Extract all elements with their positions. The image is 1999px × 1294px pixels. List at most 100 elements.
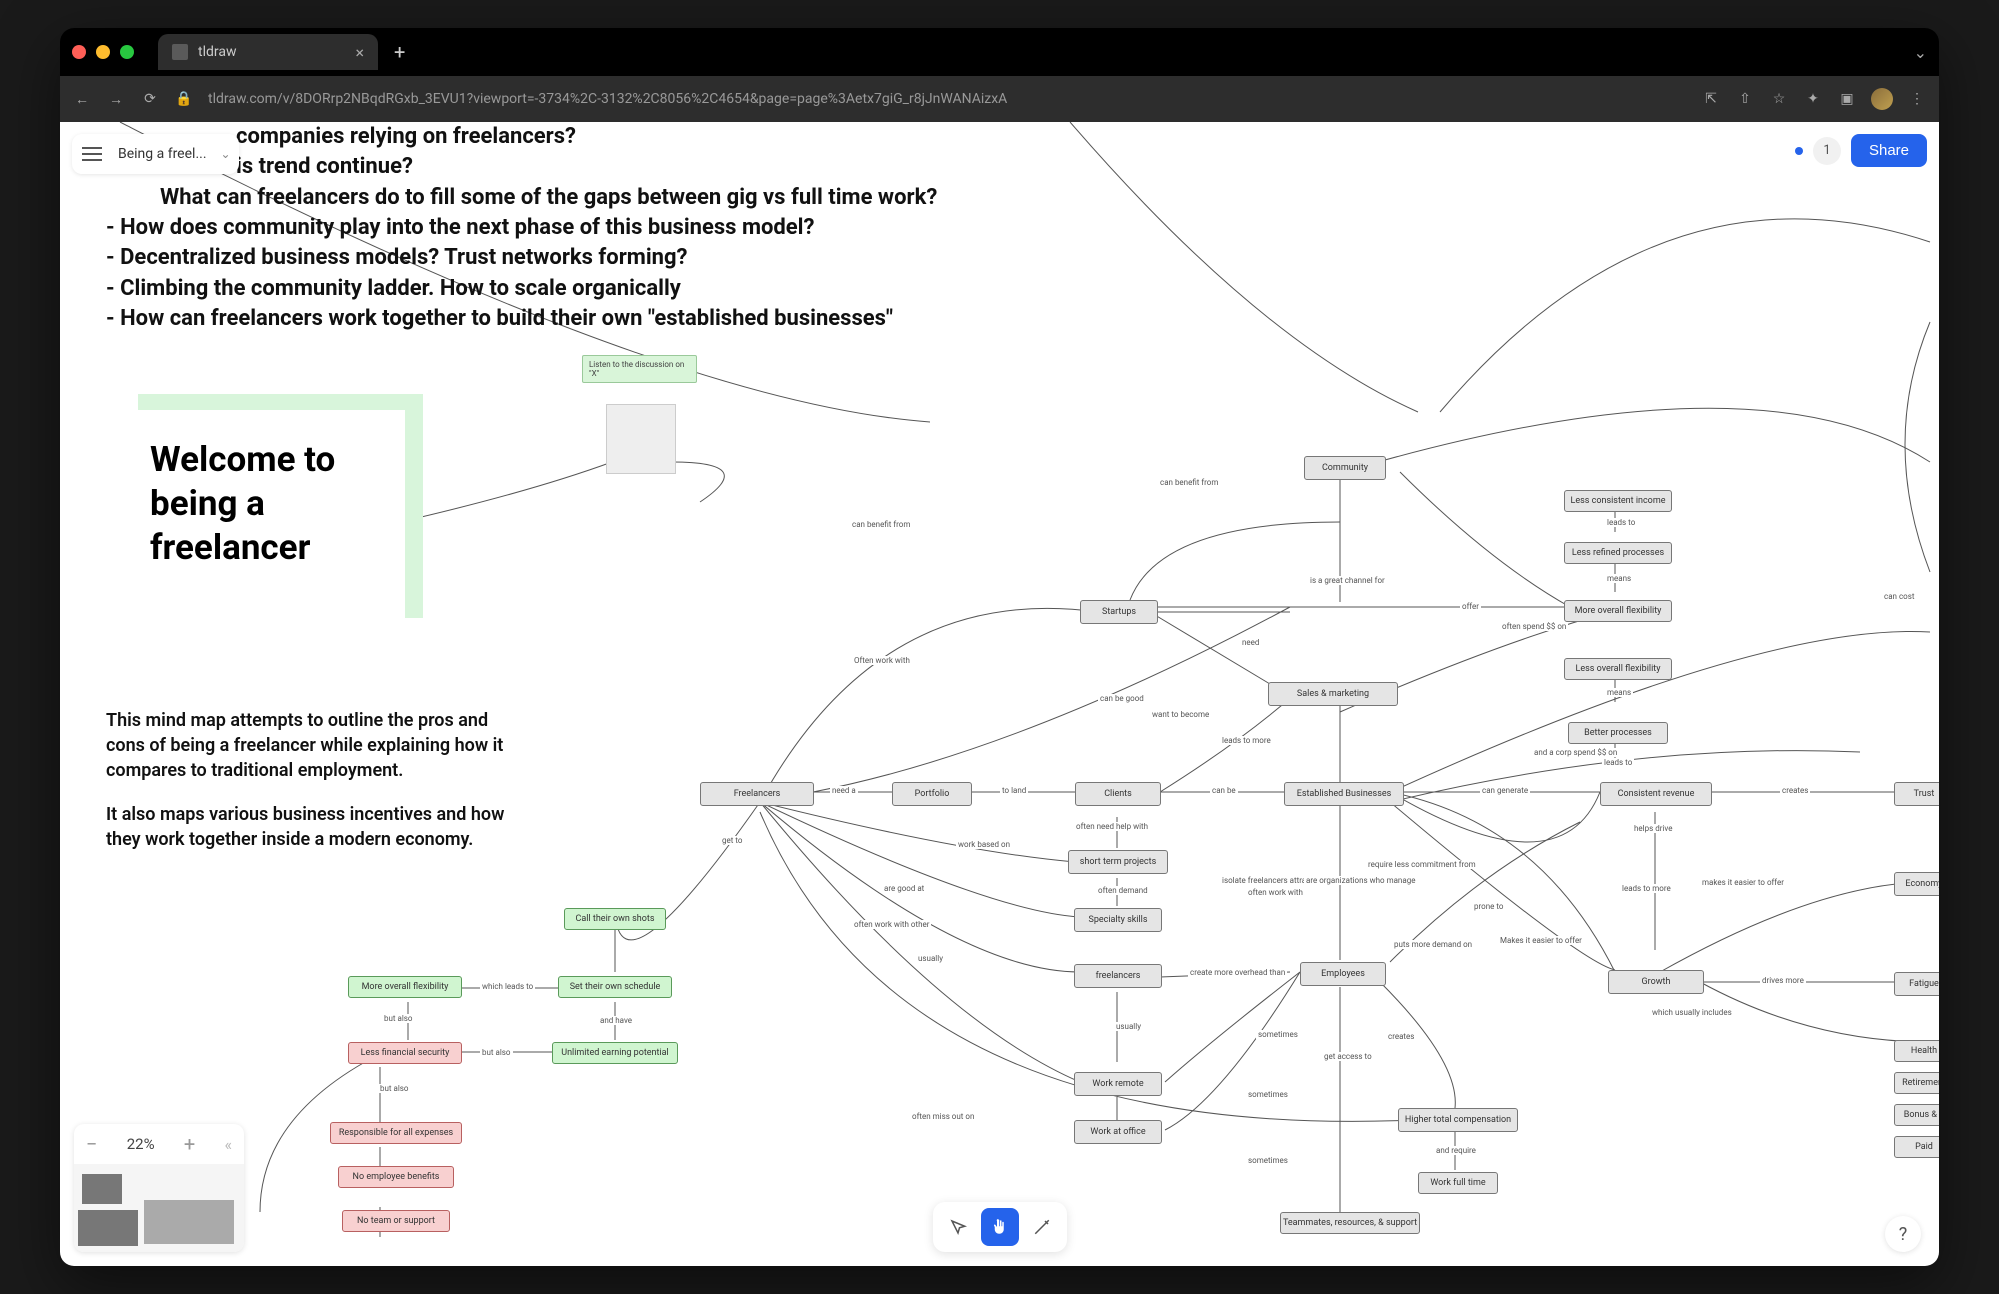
node-no-benefits[interactable]: No employee benefits	[338, 1166, 454, 1188]
node-trust[interactable]: Trust	[1894, 782, 1939, 806]
node-more-flex[interactable]: More overall flexibility	[1564, 600, 1672, 622]
edge-label: Often work with	[852, 656, 912, 665]
node-teammates[interactable]: Teammates, resources, & support	[1280, 1212, 1420, 1234]
hand-tool[interactable]	[981, 1208, 1019, 1246]
node-portfolio[interactable]: Portfolio	[892, 782, 972, 806]
node-health[interactable]: Health	[1894, 1040, 1939, 1062]
edge-label: can benefit from	[1158, 478, 1220, 487]
minimap[interactable]	[74, 1164, 244, 1252]
page-name[interactable]: Being a freel...	[110, 146, 215, 162]
canvas[interactable]: companies relying on freelancers? is tre…	[60, 122, 1939, 1266]
node-less-consistent[interactable]: Less consistent income	[1564, 490, 1672, 512]
node-consistent-revenue[interactable]: Consistent revenue	[1600, 782, 1712, 806]
share-icon[interactable]: ⇧	[1735, 89, 1755, 109]
node-better-proc[interactable]: Better processes	[1568, 722, 1668, 744]
edge-label: prone to	[1472, 902, 1505, 911]
bullet: - How does community play into the next …	[106, 213, 937, 243]
edge-label: require less commitment from	[1366, 860, 1478, 869]
node-bonus[interactable]: Bonus & $	[1894, 1104, 1939, 1126]
node-retirement[interactable]: Retirement	[1894, 1072, 1939, 1094]
edge-label: often spend $$ on	[1500, 622, 1568, 631]
zoom-out-button[interactable]: −	[86, 1132, 97, 1156]
edge-label: can generate	[1480, 786, 1530, 795]
help-button[interactable]: ?	[1885, 1216, 1921, 1252]
edge-label: is a great channel for	[1308, 576, 1387, 585]
node-paid[interactable]: Paid	[1894, 1136, 1939, 1158]
new-tab-button[interactable]: +	[386, 40, 413, 64]
collapse-minimap-icon[interactable]: «	[224, 1135, 232, 1154]
close-window-icon[interactable]	[72, 45, 86, 59]
edge-label: leads to	[1602, 758, 1634, 767]
bullet: - Decentralized business models? Trust n…	[106, 243, 937, 273]
node-work-office[interactable]: Work at office	[1074, 1120, 1162, 1144]
edge-label: sometimes	[1246, 1156, 1290, 1165]
menu-icon[interactable]	[80, 142, 104, 166]
node-growth[interactable]: Growth	[1608, 970, 1704, 994]
page-menu[interactable]: Being a freel... ⌄	[72, 134, 239, 174]
edge-label: usually	[916, 954, 945, 963]
bullet: - How can freelancers work together to b…	[106, 304, 937, 334]
back-icon[interactable]: ←	[72, 89, 92, 109]
forward-icon[interactable]: →	[106, 89, 126, 109]
zoom-in-button[interactable]: +	[184, 1132, 195, 1156]
tab-strip: tldraw × + ⌄	[60, 28, 1939, 76]
open-external-icon[interactable]: ⇱	[1701, 89, 1721, 109]
browser-window: tldraw × + ⌄ ← → ⟳ 🔒 tldraw.com/v/8DORrp…	[60, 28, 1939, 1266]
node-call-shots[interactable]: Call their own shots	[564, 908, 666, 930]
minimize-window-icon[interactable]	[96, 45, 110, 59]
share-button[interactable]: Share	[1851, 134, 1927, 167]
node-clients[interactable]: Clients	[1075, 782, 1161, 806]
welcome-card: Welcome to being a freelancer	[120, 410, 405, 634]
browser-tab[interactable]: tldraw ×	[158, 34, 378, 70]
maximize-window-icon[interactable]	[120, 45, 134, 59]
node-less-refined[interactable]: Less refined processes	[1564, 542, 1672, 564]
chevron-down-icon[interactable]: ⌄	[221, 147, 231, 161]
viewer-count[interactable]: 1	[1813, 137, 1841, 165]
node-economy[interactable]: Economy	[1894, 872, 1939, 896]
node-unlimited[interactable]: Unlimited earning potential	[552, 1042, 678, 1064]
bookmark-icon[interactable]: ☆	[1769, 89, 1789, 109]
edge-label: work based on	[956, 840, 1012, 849]
node-no-team[interactable]: No team or support	[342, 1210, 450, 1232]
extensions-icon[interactable]: ✦	[1803, 89, 1823, 109]
node-employees[interactable]: Employees	[1300, 962, 1386, 986]
node-sales-marketing[interactable]: Sales & marketing	[1268, 682, 1398, 706]
node-freelancers[interactable]: Freelancers	[700, 782, 814, 806]
url-text[interactable]: tldraw.com/v/8DORrp2NBqdRGxb_3EVU1?viewp…	[208, 91, 1687, 107]
edge-label: leads to	[1605, 518, 1637, 527]
node-established[interactable]: Established Businesses	[1284, 782, 1404, 806]
node-freelancers2[interactable]: freelancers	[1074, 964, 1162, 988]
node-less-fin[interactable]: Less financial security	[348, 1042, 462, 1064]
tab-overflow-icon[interactable]: ⌄	[1914, 43, 1927, 62]
reload-icon[interactable]: ⟳	[140, 89, 160, 109]
favicon-icon	[172, 44, 188, 60]
node-short-term[interactable]: short term projects	[1068, 850, 1168, 874]
edge-label: but also	[480, 1048, 513, 1057]
zoom-level[interactable]: 22%	[127, 1135, 155, 1153]
edge-label: get to	[720, 836, 744, 845]
draw-tool[interactable]	[1023, 1208, 1061, 1246]
node-less-flex[interactable]: Less overall flexibility	[1564, 658, 1672, 680]
node-startups[interactable]: Startups	[1080, 600, 1158, 624]
node-specialty[interactable]: Specialty skills	[1074, 908, 1162, 932]
edge-label: means	[1605, 574, 1633, 583]
menu-icon[interactable]: ⋮	[1907, 89, 1927, 109]
note-thumbnail[interactable]	[606, 404, 676, 474]
node-more-flex2[interactable]: More overall flexibility	[348, 976, 462, 998]
profile-avatar[interactable]	[1871, 88, 1893, 110]
edge-label: creates	[1386, 1032, 1416, 1041]
panel-icon[interactable]: ▣	[1837, 89, 1857, 109]
node-higher-comp[interactable]: Higher total compensation	[1398, 1108, 1518, 1132]
node-fatigue[interactable]: Fatigue	[1894, 972, 1939, 996]
node-community[interactable]: Community	[1304, 456, 1386, 480]
node-set-schedule[interactable]: Set their own schedule	[558, 976, 672, 998]
bullet: - Climbing the community ladder. How to …	[106, 274, 937, 304]
welcome-title: Welcome to being a freelancer	[120, 410, 405, 597]
node-resp-expenses[interactable]: Responsible for all expenses	[330, 1122, 462, 1144]
close-tab-icon[interactable]: ×	[355, 43, 364, 62]
node-work-remote[interactable]: Work remote	[1074, 1072, 1162, 1096]
edge-label: usually	[1114, 1022, 1143, 1031]
note-listen[interactable]: Listen to the discussion on "X"	[582, 355, 697, 383]
select-tool[interactable]	[939, 1208, 977, 1246]
node-work-full[interactable]: Work full time	[1418, 1172, 1498, 1194]
